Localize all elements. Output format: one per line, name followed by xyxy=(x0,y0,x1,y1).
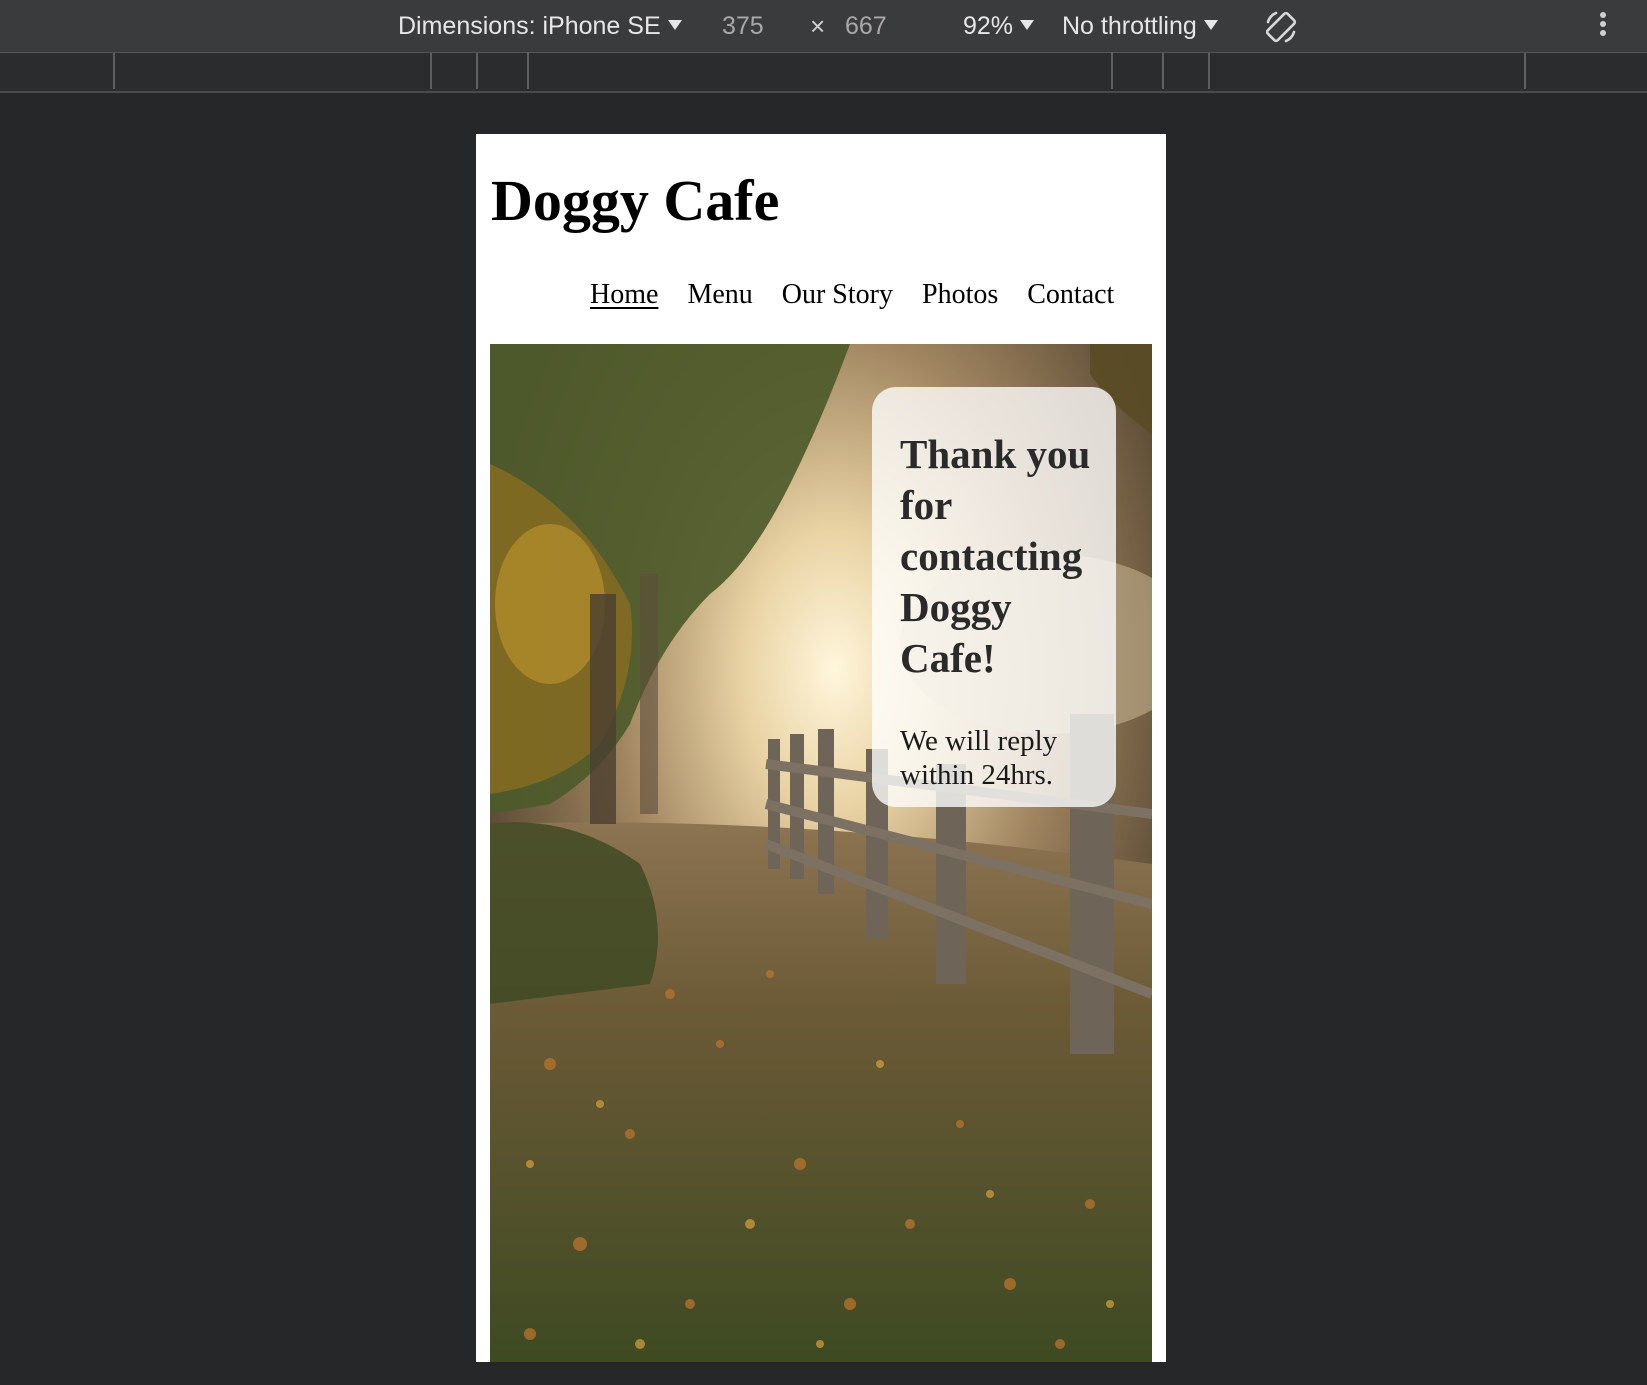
media-query-ruler xyxy=(0,53,1647,93)
devtools-device-toolbar: Dimensions: iPhone SE 375 × 667 92% No t… xyxy=(0,0,1647,53)
width-input[interactable]: 375 xyxy=(722,0,764,52)
ruler-tick xyxy=(430,53,432,89)
site-title: Doggy Cafe xyxy=(491,168,780,233)
card-heading: Thank you for contacting Doggy Cafe! xyxy=(900,431,1091,681)
caret-down-icon xyxy=(1020,20,1035,30)
more-icon[interactable] xyxy=(1598,12,1608,40)
ruler-tick xyxy=(476,53,478,89)
nav-item-our-story[interactable]: Our Story xyxy=(782,279,893,311)
ruler-tick xyxy=(113,53,115,89)
zoom-label: 92% xyxy=(963,12,1014,40)
nav-item-contact[interactable]: Contact xyxy=(1027,279,1114,311)
throttling-label: No throttling xyxy=(1062,12,1197,40)
throttling-dropdown[interactable]: No throttling xyxy=(1062,0,1218,52)
nav-item-photos[interactable]: Photos xyxy=(922,279,998,311)
height-input[interactable]: 667 xyxy=(845,0,887,52)
dimensions-dropdown[interactable]: Dimensions: iPhone SE xyxy=(398,0,682,52)
rotate-icon[interactable] xyxy=(1262,8,1300,46)
ruler-tick xyxy=(1162,53,1164,89)
nav-item-home[interactable]: Home xyxy=(590,279,658,311)
thank-you-card: Thank you for contacting Doggy Cafe! We … xyxy=(872,387,1116,807)
hero-image: Thank you for contacting Doggy Cafe! We … xyxy=(490,344,1152,1362)
nav-item-menu[interactable]: Menu xyxy=(687,279,752,311)
device-viewport: Doggy Cafe Home Menu Our Story Photos Co… xyxy=(476,134,1166,1362)
main-nav: Home Menu Our Story Photos Contact xyxy=(590,279,1114,311)
zoom-dropdown[interactable]: 92% xyxy=(963,0,1035,52)
ruler-tick xyxy=(1208,53,1210,89)
ruler-tick xyxy=(527,53,529,89)
caret-down-icon xyxy=(667,20,682,30)
dimensions-label: Dimensions: iPhone SE xyxy=(398,12,661,40)
caret-down-icon xyxy=(1203,20,1218,30)
card-text: We will reply within 24hrs. xyxy=(900,725,1058,791)
ruler-tick xyxy=(1524,53,1526,89)
times-icon: × xyxy=(810,11,826,41)
ruler-tick xyxy=(1111,53,1113,89)
